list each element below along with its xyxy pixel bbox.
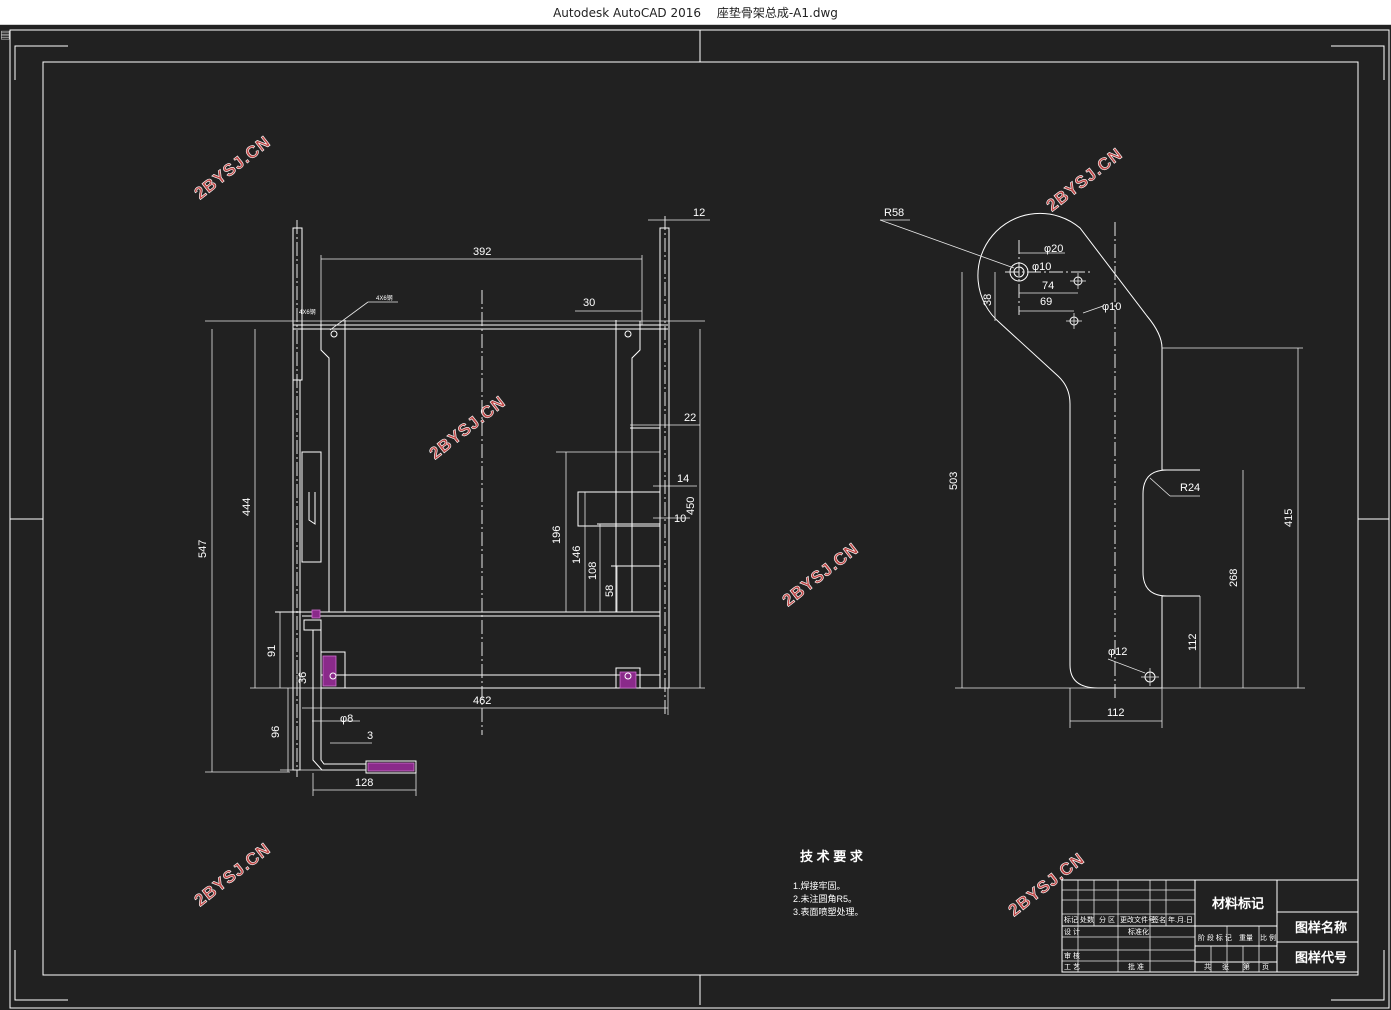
- dim-108: 108: [587, 562, 599, 580]
- watermark: 2BYSJ.CN: [426, 392, 510, 463]
- window-title: Autodesk AutoCAD 2016 座垫骨架总成-A1.dwg: [0, 4, 1391, 21]
- tb-cell: 页: [1262, 963, 1269, 971]
- tb-cell: 第: [1243, 962, 1250, 971]
- dim-112-horizontal: 112: [1107, 707, 1125, 719]
- tb-cell: 共: [1204, 962, 1211, 971]
- tb-cell: 重量: [1239, 934, 1253, 942]
- dim-128: 128: [355, 777, 373, 789]
- tech-req-item: 2.未注圆角R5。: [793, 893, 857, 904]
- dim-phi10a: φ10: [1032, 261, 1051, 273]
- dim-3: 3: [367, 730, 373, 742]
- drawing-code: 图样代号: [1295, 950, 1347, 965]
- watermark: 2BYSJ.CN: [779, 539, 863, 610]
- tb-cell: 分 区: [1099, 915, 1115, 924]
- title-bar: Autodesk AutoCAD 2016 座垫骨架总成-A1.dwg: [0, 0, 1391, 25]
- dim-36: 36: [297, 672, 309, 684]
- tb-cell: 张: [1222, 962, 1229, 971]
- app-name: Autodesk AutoCAD 2016: [553, 6, 702, 20]
- dim-69: 69: [1040, 296, 1052, 308]
- tb-cell: 年.月.日: [1168, 915, 1193, 924]
- side-view: R58 φ20 φ10 74 69 φ10 38 503 415 R24 268…: [879, 207, 1305, 728]
- dim-96: 96: [270, 726, 282, 738]
- tb-cell: 标记: [1064, 915, 1078, 924]
- dim-30: 30: [583, 297, 595, 309]
- dim-547: 547: [197, 540, 209, 558]
- dim-392: 392: [473, 246, 491, 258]
- watermark: 2BYSJ.CN: [1043, 144, 1127, 215]
- dim-12: 12: [693, 207, 705, 219]
- dim-74: 74: [1042, 280, 1054, 292]
- note-left: 4X6钢: [299, 308, 316, 316]
- note-right: 4X6钢: [376, 294, 393, 302]
- tech-req-item: 3.表面喷塑处理。: [793, 906, 864, 917]
- tb-cell: 标准化: [1128, 927, 1149, 936]
- dim-91: 91: [266, 645, 278, 657]
- front-view: 12 392 30 22 14 10 450 547 444 196 146 1…: [197, 207, 710, 796]
- dim-415: 415: [1283, 509, 1295, 527]
- watermark: 2BYSJ.CN: [191, 132, 275, 203]
- title-block: 标记 处数 分 区 更改文件号 签名 年.月.日 设 计 标准化 阶 段 标 记…: [1061, 879, 1359, 973]
- dim-112-vertical: 112: [1187, 633, 1199, 651]
- dim-268: 268: [1228, 569, 1240, 587]
- tb-cell: 处数: [1080, 915, 1094, 924]
- dim-14: 14: [677, 473, 689, 485]
- dim-196: 196: [551, 526, 563, 544]
- tech-req-title: 技 术 要 求: [800, 849, 864, 864]
- tb-cell: 阶 段 标 记: [1198, 933, 1232, 942]
- file-name: 座垫骨架总成-A1.dwg: [716, 6, 838, 20]
- tb-cell: 工 艺: [1064, 963, 1080, 971]
- dim-444: 444: [241, 498, 253, 516]
- dim-phi10b: φ10: [1102, 301, 1121, 313]
- dim-22: 22: [684, 412, 696, 424]
- dim-58: 58: [604, 585, 616, 597]
- tb-cell: 签名: [1152, 915, 1166, 924]
- dim-phi8: φ8: [340, 713, 353, 725]
- tb-cell: 比 例: [1260, 933, 1276, 942]
- watermark: 2BYSJ.CN: [191, 839, 275, 910]
- tb-cell: 设 计: [1064, 927, 1080, 936]
- drawing-name: 图样名称: [1295, 920, 1347, 935]
- tech-req-item: 1.焊接牢固。: [793, 880, 846, 891]
- dim-462: 462: [473, 695, 491, 707]
- dim-phi20: φ20: [1044, 243, 1063, 255]
- tb-cell: 批 准: [1128, 962, 1144, 971]
- dim-r58: R58: [884, 207, 904, 219]
- dim-phi12: φ12: [1108, 646, 1127, 658]
- dim-38: 38: [982, 294, 994, 306]
- material-mark: 材料标记: [1212, 896, 1264, 911]
- dim-503: 503: [948, 472, 960, 490]
- dim-450: 450: [685, 497, 697, 515]
- dim-146: 146: [571, 546, 583, 564]
- drawing-canvas[interactable]: 2BYSJ.CN 2BYSJ.CN 2BYSJ.CN 2BYSJ.CN 2BYS…: [0, 24, 1391, 1010]
- technical-requirements: 技 术 要 求 1.焊接牢固。 2.未注圆角R5。 3.表面喷塑处理。: [793, 849, 864, 917]
- watermark: 2BYSJ.CN: [1005, 849, 1089, 920]
- dim-r24: R24: [1180, 482, 1200, 494]
- tb-cell: 更改文件号: [1120, 915, 1155, 924]
- tb-cell: 审 核: [1064, 951, 1080, 960]
